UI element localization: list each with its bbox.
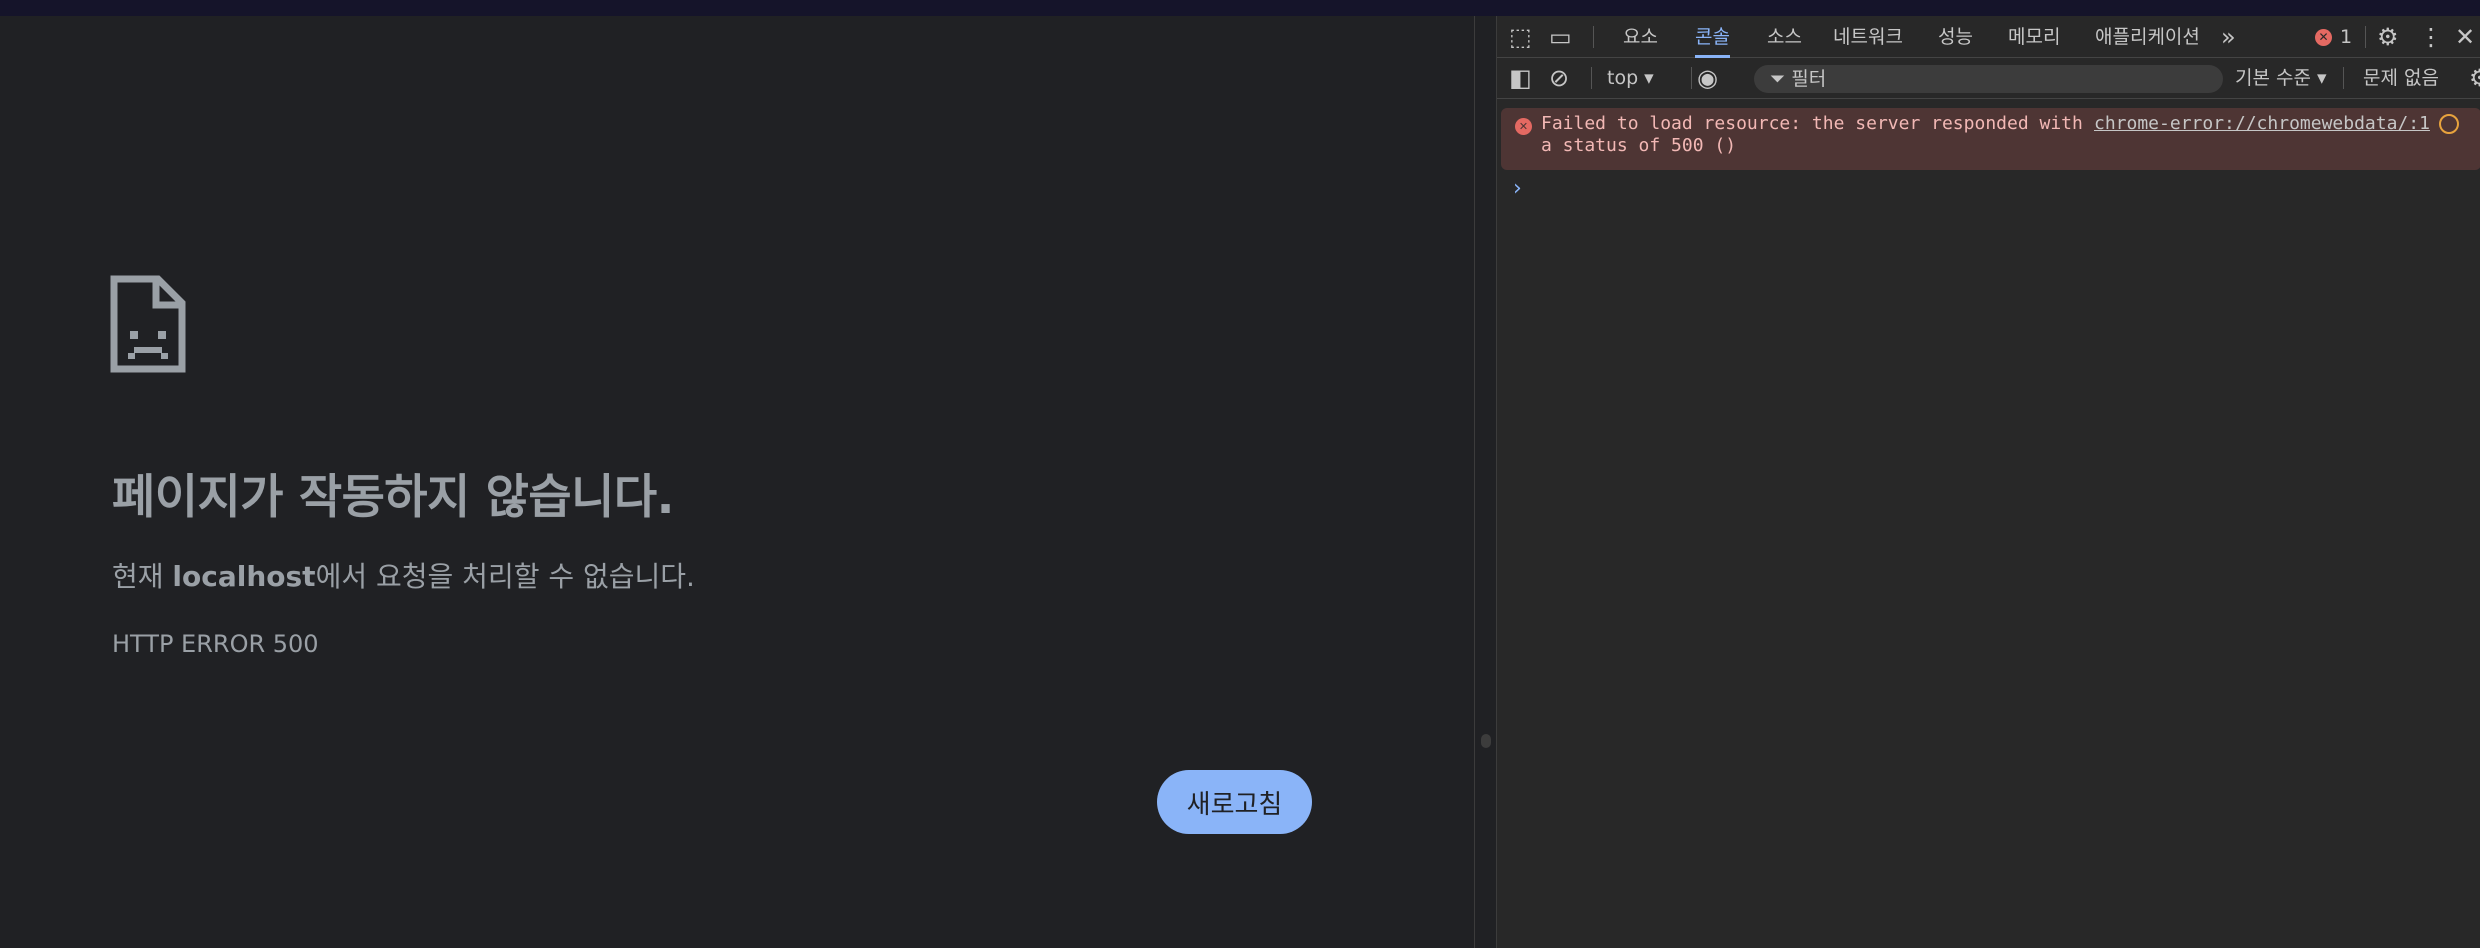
more-tabs-icon[interactable]: » — [2221, 16, 2236, 58]
tab-application[interactable]: 애플리케이션 — [2095, 16, 2200, 58]
window-top-bar — [0, 0, 2480, 16]
settings-gear-icon[interactable]: ⚙ — [2377, 16, 2399, 58]
devtools-panel: ⬚ ▭ 요소 콘솔 소스 네트워크 성능 메모리 애플리케이션 » ✕ 1 ⚙ … — [1496, 16, 2480, 948]
filter-placeholder: 필터 — [1791, 68, 1827, 90]
console-toolbar: ◧ ⊘ top ▾ ◉ ⏷ 필터 기본 수준 ▾ 문제 없음 ⚙ — [1497, 58, 2480, 99]
context-select[interactable]: top ▾ — [1607, 58, 1654, 99]
more-options-icon[interactable]: ⋮ — [2419, 16, 2443, 58]
tab-sources[interactable]: 소스 — [1767, 16, 1802, 58]
error-desc-suffix: 에서 요청을 처리할 수 없습니다. — [315, 560, 695, 593]
log-level-value: 기본 수준 — [2235, 67, 2311, 89]
toolbar-divider — [1591, 67, 1592, 89]
filter-funnel-icon: ⏷ — [1770, 68, 1786, 90]
error-icon: ✕ — [2315, 28, 2332, 46]
error-page: 페이지가 작동하지 않습니다. 현재 localhost에서 요청을 처리할 수… — [0, 16, 1474, 948]
error-desc-prefix: 현재 — [112, 560, 173, 593]
toolbar-divider — [1593, 26, 1594, 48]
error-counter[interactable]: ✕ 1 — [2315, 16, 2352, 58]
error-desc-host: localhost — [172, 560, 316, 593]
console-settings-gear-icon[interactable]: ⚙ — [2469, 58, 2480, 99]
tab-console[interactable]: 콘솔 — [1695, 16, 1730, 58]
log-level-select[interactable]: 기본 수준 ▾ — [2235, 58, 2327, 99]
error-message-text: Failed to load resource: the server resp… — [1541, 113, 2083, 156]
close-devtools-icon[interactable]: ✕ — [2455, 16, 2475, 58]
toolbar-divider — [2343, 67, 2344, 89]
devtools-tab-bar: ⬚ ▭ 요소 콘솔 소스 네트워크 성능 메모리 애플리케이션 » ✕ 1 ⚙ … — [1497, 16, 2480, 58]
sad-document-icon — [110, 275, 186, 373]
error-source-link[interactable]: chrome-error://chromewebdata/:1 — [2094, 113, 2430, 135]
context-select-value: top — [1607, 67, 1639, 89]
reload-button[interactable]: 새로고침 — [1157, 770, 1312, 834]
devtools-splitter[interactable] — [1474, 16, 1496, 948]
splitter-handle[interactable] — [1481, 734, 1491, 748]
inspect-element-icon[interactable]: ⬚ — [1509, 16, 1532, 58]
tab-network[interactable]: 네트워크 — [1833, 16, 1903, 58]
error-title: 페이지가 작동하지 않습니다. — [112, 470, 674, 525]
clear-console-icon[interactable]: ⊘ — [1549, 58, 1569, 99]
console-prompt-icon[interactable]: › — [1513, 176, 1522, 201]
console-filter-input[interactable]: ⏷ 필터 — [1754, 65, 2223, 93]
console-error-message: ✕ Failed to load resource: the server re… — [1501, 108, 2480, 170]
tab-performance[interactable]: 성능 — [1938, 16, 1973, 58]
live-expression-eye-icon[interactable]: ◉ — [1697, 58, 1718, 99]
toolbar-divider — [2365, 26, 2366, 48]
error-count: 1 — [2340, 26, 2353, 48]
device-toolbar-icon[interactable]: ▭ — [1549, 16, 1572, 58]
sidebar-toggle-icon[interactable]: ◧ — [1509, 58, 1532, 99]
error-icon: ✕ — [1515, 118, 1532, 135]
error-code: HTTP ERROR 500 — [112, 630, 319, 658]
tab-elements[interactable]: 요소 — [1623, 16, 1658, 58]
toolbar-divider — [1691, 67, 1692, 89]
tab-memory[interactable]: 메모리 — [2008, 16, 2060, 58]
error-description: 현재 localhost에서 요청을 처리할 수 없습니다. — [112, 555, 695, 595]
issues-indicator[interactable]: 문제 없음 — [2363, 58, 2439, 99]
network-globe-icon[interactable] — [2439, 114, 2459, 134]
